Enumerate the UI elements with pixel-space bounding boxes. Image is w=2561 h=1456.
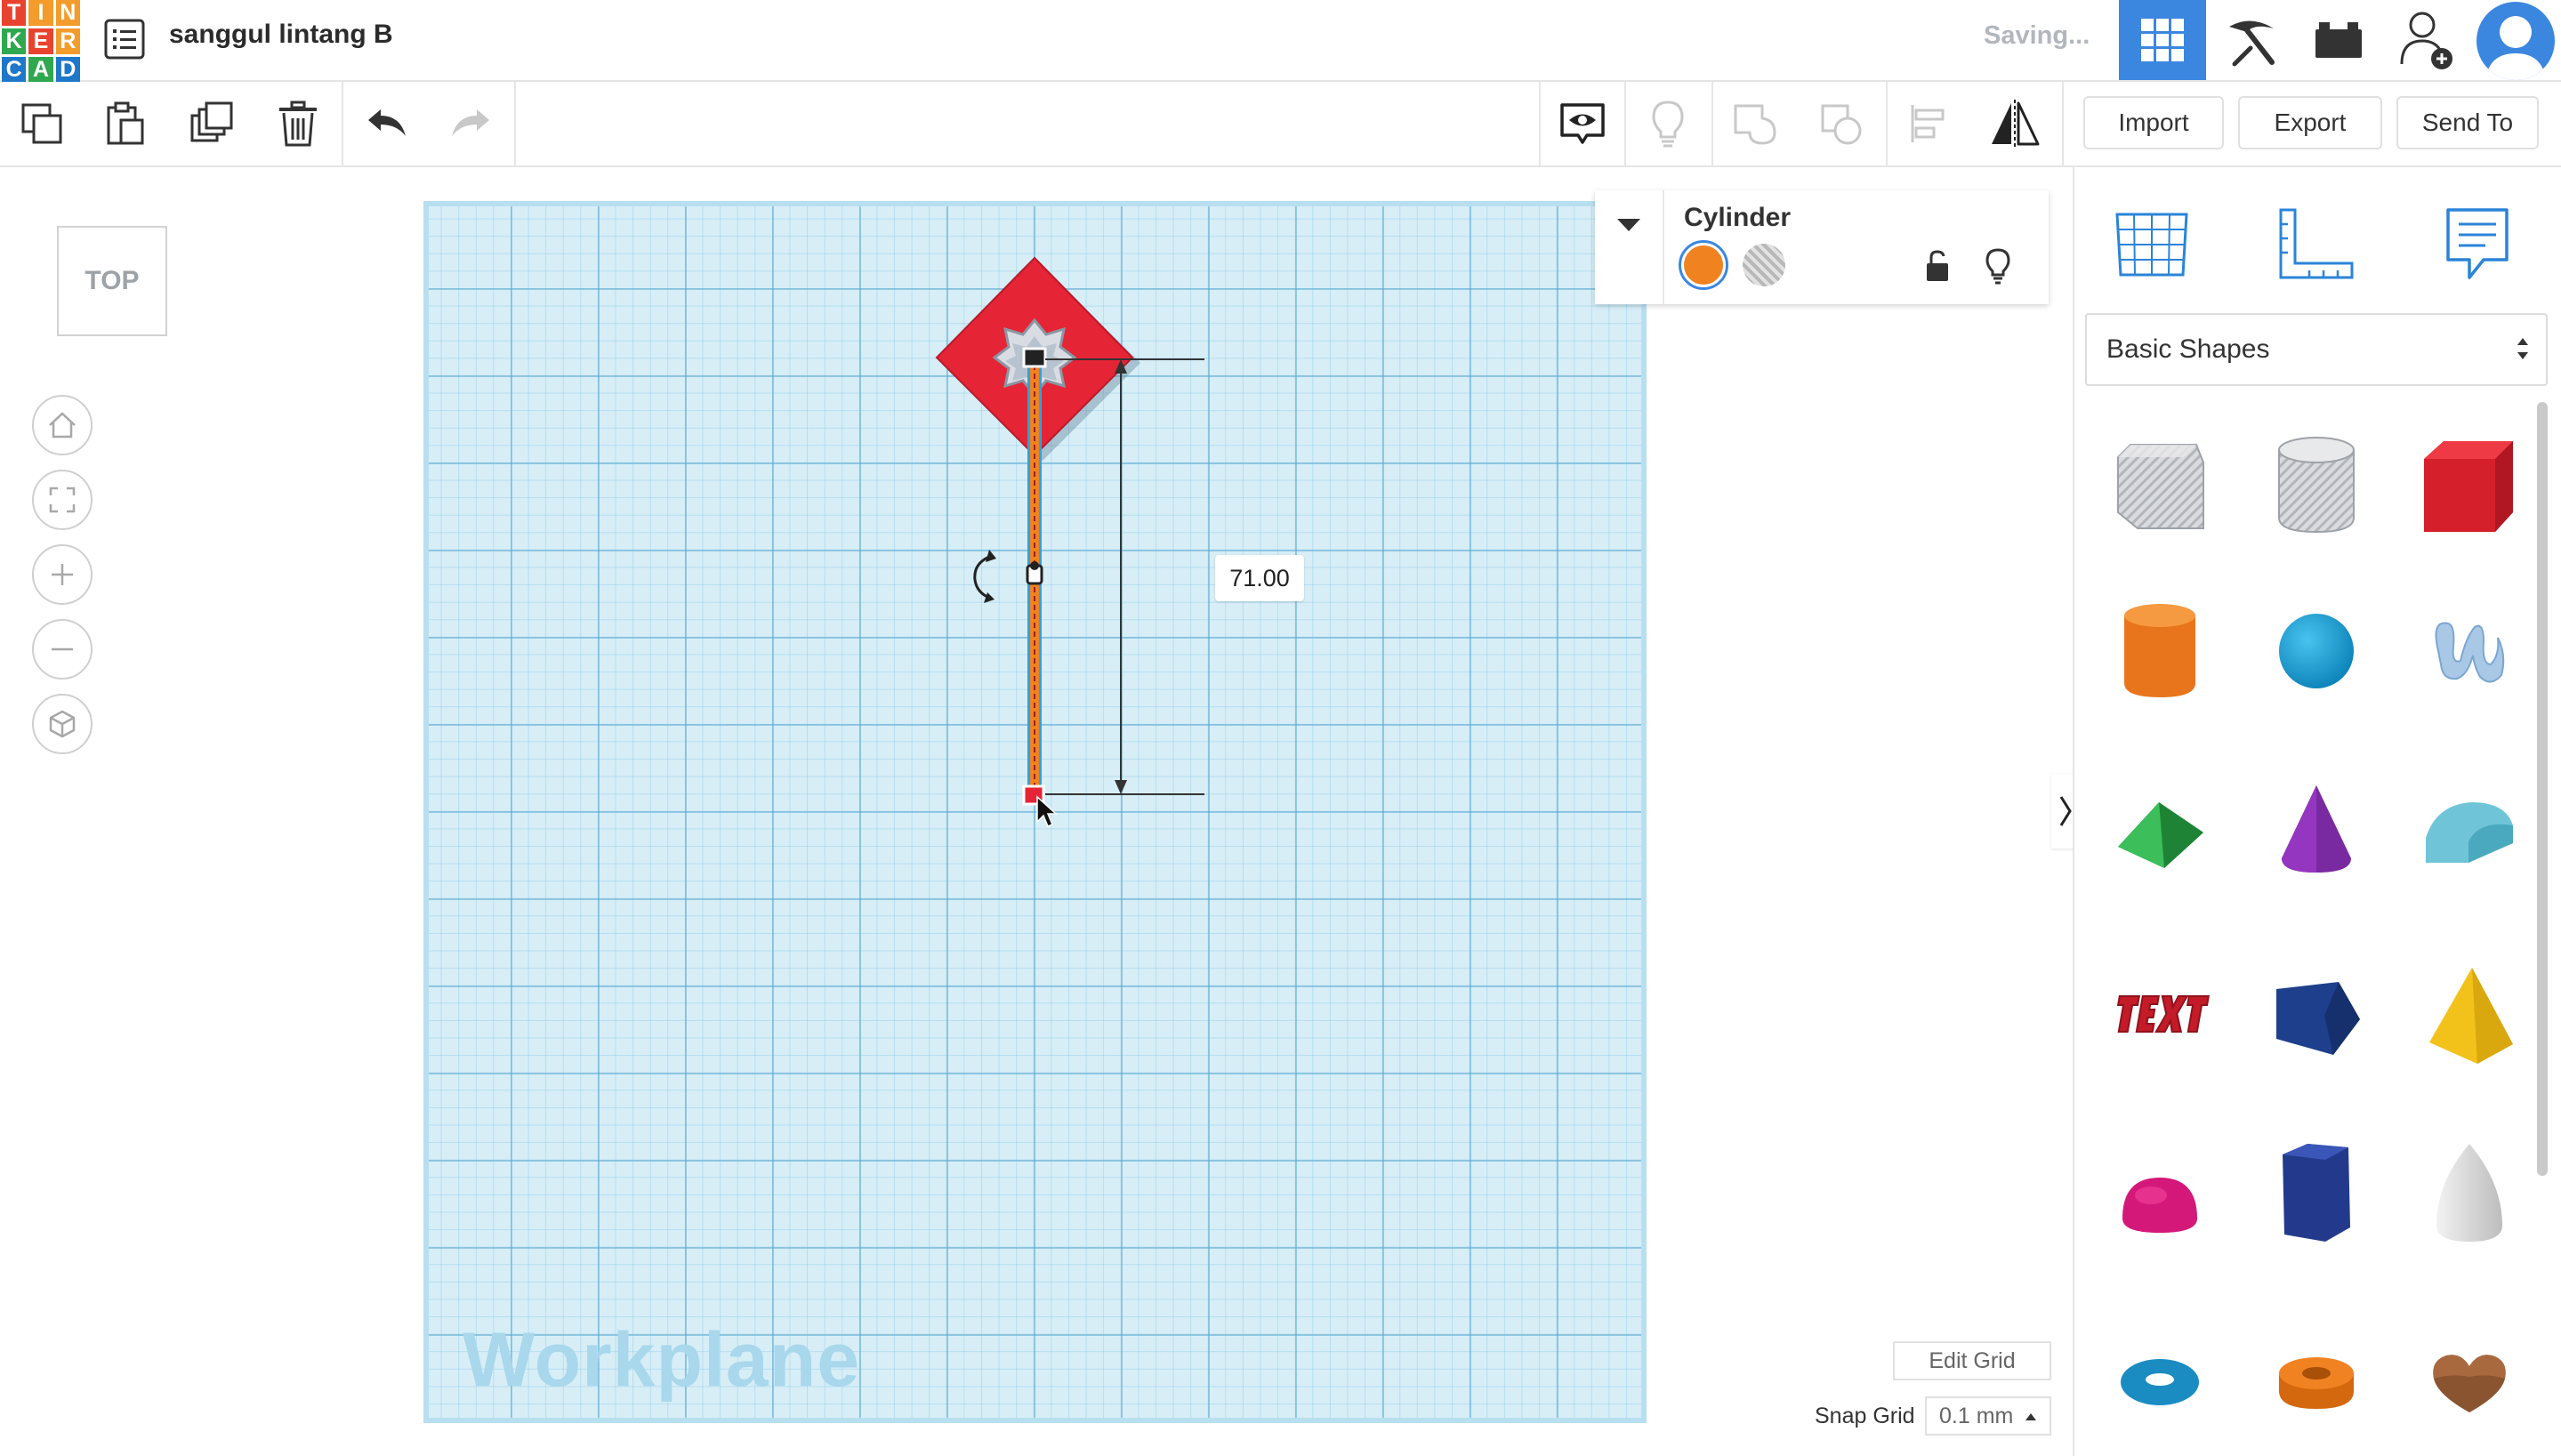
solid-color-fill [1684,245,1723,285]
select-arrows-icon [2517,338,2528,359]
height-dimension-input[interactable]: 71.00 [1215,555,1304,601]
hide-shape-button[interactable] [1985,247,2011,289]
box-hole-shape[interactable] [2098,423,2222,548]
unlock-icon [1927,250,1948,281]
rotate-handle [973,550,996,603]
height-handle [1030,561,1039,570]
box-shape[interactable] [2407,423,2532,548]
roof-icon [2118,802,2203,868]
snap-grid-value: 0.1 mm [1939,1403,2014,1428]
snap-grid-label: Snap Grid [1815,1404,1915,1428]
tube-icon [2279,1357,2354,1409]
sphere-shape[interactable] [2254,589,2379,713]
dimension-arrow-bottom [1115,780,1127,794]
round-roof-shape[interactable] [2407,767,2532,891]
edit-grid-button[interactable]: Edit Grid [1893,1341,2051,1380]
workplane-icon [2115,213,2188,277]
scribble-icon [2435,622,2505,683]
hexagonal-prism-shape[interactable] [2254,1131,2379,1256]
round-roof-icon [2426,802,2513,863]
polygon-shape[interactable] [2254,953,2379,1078]
snap-grid-select[interactable]: 0.1 mm [1925,1396,2051,1436]
shape-inspector: Cylinder [1595,190,2049,304]
box-icon [2424,441,2513,532]
cone-shape[interactable] [2254,767,2379,891]
half-sphere-shape[interactable] [2098,1142,2222,1267]
half-sphere-icon [2122,1178,2197,1233]
ruler-icon [2279,208,2354,279]
inspector-shape-name: Cylinder [1684,203,1792,232]
cylinder-icon [2124,604,2195,697]
cylinder-hole-icon [2278,437,2355,534]
heart-shape[interactable] [2407,1320,2532,1444]
ruler-tool-button[interactable] [2267,196,2364,294]
paraboloid-shape[interactable] [2407,1131,2532,1256]
hexagon-prism-icon [2283,1144,2350,1242]
sphere-icon [2279,614,2354,688]
cylinder-shape-item[interactable] [2098,589,2222,713]
polygon-icon [2276,982,2360,1055]
torus-icon [2121,1359,2199,1405]
roof-shape[interactable] [2098,767,2222,891]
caret-up-icon [2025,1413,2036,1420]
solid-color-swatch[interactable] [1679,240,1728,290]
pyramid-shape[interactable] [2407,953,2532,1078]
workplane-tool-button[interactable] [2103,196,2201,294]
notes-tool-button[interactable] [2428,196,2526,294]
top-handle [1022,347,1047,368]
heart-icon [2433,1355,2506,1412]
cone-icon [2282,785,2351,873]
mouse-cursor [1036,795,1058,827]
shape-category-value: Basic Shapes [2106,334,2270,364]
text-shape[interactable] [2098,953,2222,1078]
paraboloid-icon [2436,1144,2502,1242]
tube-shape[interactable] [2254,1320,2379,1444]
box-hole-icon [2117,444,2204,529]
hole-swatch[interactable] [1743,244,1785,286]
cylinder-hole-shape[interactable] [2254,423,2379,548]
lock-button[interactable] [1924,249,1951,287]
lightbulb-icon [1985,248,2010,285]
scribble-shape[interactable] [2407,589,2532,713]
pyramid-icon [2429,968,2513,1064]
torus-shape[interactable] [2098,1320,2222,1444]
shapes-scrollbar[interactable] [2537,402,2548,1176]
shape-category-select[interactable]: Basic Shapes [2085,313,2548,386]
text-3d-icon [2116,995,2211,1033]
note-icon [2446,208,2509,279]
chevron-right-icon [2059,796,2072,826]
inspector-collapse-button[interactable] [1595,190,1664,304]
caret-down-icon [1617,219,1640,231]
